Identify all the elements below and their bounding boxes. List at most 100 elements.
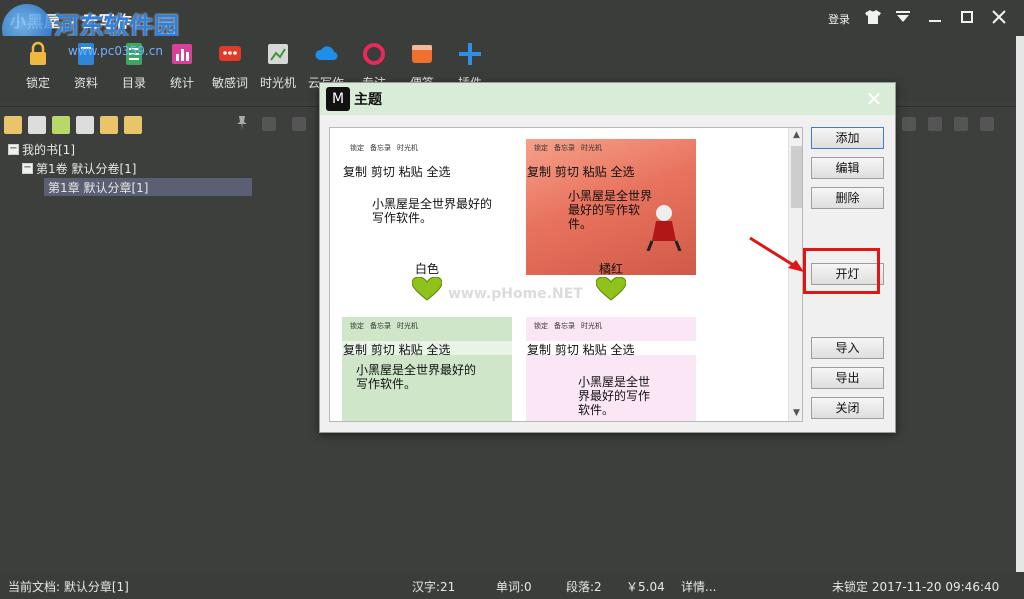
ring-icon [363, 43, 385, 65]
toolbar-button-1[interactable]: 锁定 [14, 40, 62, 98]
mini-tool: 锁定 [350, 322, 364, 330]
mini-tool: 锁定 [534, 322, 548, 330]
mini-tool: 锁定 [350, 144, 364, 152]
theme-list[interactable]: 锁定 备忘录 时光机 复制 剪切 粘贴 全选 小黑屋是全世界最好的写作软件。 白… [329, 127, 803, 422]
add-theme-button[interactable]: 添加 [811, 127, 884, 149]
char-count: 汉字:21 [412, 580, 456, 594]
highlight-box [803, 248, 880, 294]
mini-tool: 备忘录 [554, 322, 575, 330]
minimize-icon[interactable] [922, 6, 948, 28]
theme-name: 白色 [414, 262, 439, 275]
move-up-icon[interactable] [100, 116, 118, 134]
collapse-icon[interactable]: − [8, 143, 19, 155]
current-document: 当前文档: 默认分章[1] [8, 580, 129, 594]
paragraph-count: 段落:2 [566, 580, 602, 594]
theme-name: 橘红 [598, 262, 623, 275]
mini-toolbar: 锁定 备忘录 时光机 [350, 321, 418, 331]
status-bar: 当前文档: 默认分章[1] 汉字:21 单词:0 段落:2 ￥5.04 详情..… [0, 572, 1024, 599]
tree-node-label: 第1卷 默认分卷[1] [36, 161, 137, 176]
cloud-icon [315, 46, 338, 61]
mini-toolbar: 锁定 备忘录 时光机 [350, 143, 418, 153]
tree-toolbar [4, 114, 256, 136]
title-bar: 小黑屋 - 云写作 河东软件园 登录 [0, 0, 1024, 54]
mini-toolbar: 锁定 备忘录 时光机 [534, 143, 602, 153]
theme-preview-ops: 复制 剪切 粘贴 全选 [527, 165, 635, 179]
chat-icon [219, 46, 241, 61]
toolbar-button-4[interactable]: 统计 [158, 40, 206, 98]
theme-preview-text: 小黑屋是全世界最好的写作软件。 [356, 363, 477, 391]
move-down-icon[interactable] [124, 116, 142, 134]
dialog-close-icon[interactable]: ✕ [862, 87, 886, 111]
theme-card-pink[interactable]: 锁定 备忘录 时光机 复制 剪切 粘贴 全选 小黑屋是全世界最好的写作软件。 [526, 317, 696, 421]
close-icon[interactable] [986, 6, 1012, 28]
mini-tool: 时光机 [397, 322, 418, 330]
editor-tool-icon[interactable] [928, 117, 942, 131]
theme-preview-ops: 复制 剪切 粘贴 全选 [343, 165, 451, 179]
mini-tool: 备忘录 [554, 144, 575, 152]
scroll-thumb[interactable] [791, 146, 802, 208]
toolbar-button-label: 目录 [121, 76, 146, 90]
toolbar-button-6[interactable]: 时光机 [254, 40, 302, 98]
editor-tool-icon[interactable] [292, 117, 306, 131]
plus-icon [459, 43, 481, 65]
toolbar-button-label: 敏感词 [211, 76, 248, 90]
collapse-icon[interactable]: − [22, 162, 33, 174]
theme-card-green[interactable]: 锁定 备忘录 时光机 复制 剪切 粘贴 全选 小黑屋是全世界最好的写作软件。 [342, 317, 512, 421]
toolbar-button-5[interactable]: 敏感词 [206, 40, 254, 98]
toolbar-button-label: 统计 [169, 76, 194, 90]
character-illustration [646, 205, 682, 251]
dialog-title: 主题 [354, 92, 382, 108]
toolbar-button-label: 时光机 [259, 76, 296, 90]
close-dialog-button[interactable]: 关闭 [811, 397, 884, 419]
maximize-icon[interactable] [954, 6, 980, 28]
scroll-down-icon[interactable]: ▼ [789, 406, 802, 421]
preview-watermark: www.pHome.NET [448, 286, 583, 302]
new-chapter-icon[interactable] [28, 116, 46, 134]
toolbar-button-label: 资料 [73, 76, 98, 90]
theme-preview-text: 小黑屋是全世界最好的写作软件。 [578, 375, 651, 417]
mini-toolbar: 锁定 备忘录 时光机 [534, 321, 602, 331]
tree-node-book[interactable]: − 我的书[1] [8, 140, 75, 158]
theme-preview-ops: 复制 剪切 粘贴 全选 [342, 341, 512, 357]
add-icon[interactable] [52, 116, 70, 134]
toolbar-button-label: 锁定 [25, 76, 50, 90]
lock-status: 未锁定 2017-11-20 09:46:40 [832, 580, 1000, 594]
editor-tool-icon[interactable] [954, 117, 968, 131]
app-logo-icon: M [326, 87, 350, 111]
mini-tool: 时光机 [581, 144, 602, 152]
word-count: 单词:0 [496, 580, 532, 594]
watermark-url: www.pc0359.cn [68, 44, 163, 58]
annotation-arrow-icon [749, 236, 804, 272]
mini-tool: 锁定 [534, 144, 548, 152]
editor-tool-icon[interactable] [980, 117, 994, 131]
copy-icon[interactable] [76, 116, 94, 134]
delete-theme-button[interactable]: 删除 [811, 187, 884, 209]
edit-theme-button[interactable]: 编辑 [811, 157, 884, 179]
favorite-heart-icon[interactable] [596, 277, 626, 301]
mini-tool: 备忘录 [370, 322, 391, 330]
editor-tool-icon[interactable] [262, 117, 276, 131]
note-icon [412, 45, 432, 63]
tree-node-label: 我的书[1] [22, 142, 75, 157]
shirt-icon[interactable] [860, 6, 886, 28]
tree-node-label: 第1章 默认分章[1] [48, 180, 149, 195]
export-theme-button[interactable]: 导出 [811, 367, 884, 389]
dropdown-icon[interactable] [890, 6, 916, 28]
new-volume-icon[interactable] [4, 116, 22, 134]
details-link[interactable]: 详情... [681, 578, 716, 595]
mini-tool: 时光机 [397, 144, 418, 152]
theme-preview-ops: 复制 剪切 粘贴 全选 [526, 341, 696, 357]
import-theme-button[interactable]: 导入 [811, 337, 884, 359]
theme-preview-text: 小黑屋是全世界最好的写作软件。 [372, 197, 493, 225]
editor-tool-icon[interactable] [902, 117, 916, 131]
tree-node-chapter[interactable]: 第1章 默认分章[1] [44, 178, 252, 196]
favorite-heart-icon[interactable] [412, 277, 442, 301]
pin-icon[interactable] [236, 116, 250, 130]
mini-tool: 备忘录 [370, 144, 391, 152]
scroll-up-icon[interactable]: ▲ [789, 128, 802, 143]
tree-node-volume[interactable]: − 第1卷 默认分卷[1] [22, 159, 136, 177]
theme-card-orange[interactable]: 锁定 备忘录 时光机 复制 剪切 粘贴 全选 小黑屋是全世界最好的写作软件。 橘… [526, 139, 696, 275]
mini-tool: 时光机 [581, 322, 602, 330]
theme-card-white[interactable]: 锁定 备忘录 时光机 复制 剪切 粘贴 全选 小黑屋是全世界最好的写作软件。 白… [342, 139, 512, 275]
login-link[interactable]: 登录 [828, 11, 850, 27]
